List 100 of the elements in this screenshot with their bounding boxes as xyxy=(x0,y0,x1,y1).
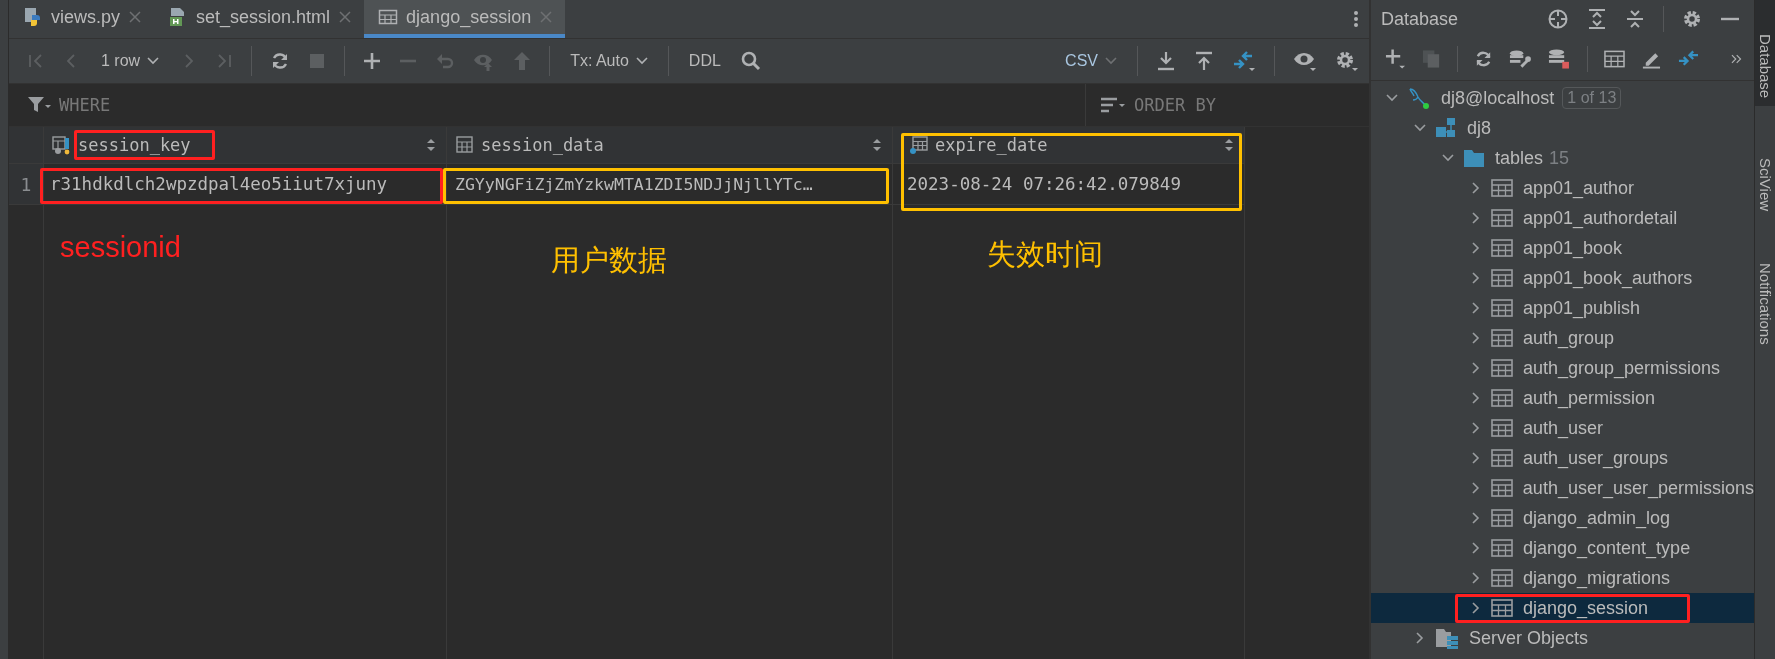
table-icon xyxy=(1491,238,1513,258)
table-icon xyxy=(1491,568,1513,588)
compare-arrows-icon[interactable] xyxy=(1232,50,1256,72)
tree-label: django_migrations xyxy=(1523,567,1671,589)
editor-tab[interactable]: django_session xyxy=(364,0,566,38)
ddl-button[interactable]: DDL xyxy=(686,52,723,70)
table-icon xyxy=(1491,448,1513,468)
tool-window-tab[interactable]: SciView xyxy=(1755,124,1775,220)
editor-tab[interactable]: set_session.html xyxy=(154,0,365,38)
annotation-text: 失效时间 xyxy=(986,237,1104,272)
column-icon xyxy=(455,135,475,155)
tree-label: django_content_type xyxy=(1523,537,1691,559)
sort-arrows-icon[interactable] xyxy=(426,138,436,152)
search-icon[interactable] xyxy=(740,51,761,71)
tree-label: app01_book_authors xyxy=(1523,267,1693,289)
view-icon[interactable] xyxy=(1293,50,1317,72)
table-icon xyxy=(1491,508,1513,528)
tree-item[interactable]: auth_permission xyxy=(1371,383,1754,413)
add-row-icon[interactable] xyxy=(363,52,382,70)
tree-item[interactable]: django_session xyxy=(1371,593,1754,623)
column-header[interactable]: session_data xyxy=(447,127,892,164)
tool-window-tab[interactable]: Database xyxy=(1755,0,1775,107)
more-icon[interactable] xyxy=(1353,9,1359,29)
tree-label: tables xyxy=(1495,147,1544,169)
locate-icon[interactable] xyxy=(1547,8,1569,30)
table-icon xyxy=(1491,538,1513,558)
table-cell: r31hdkdlch2wpzdpal4eo5iiut7xjuny xyxy=(50,174,388,194)
column-header[interactable]: session_key xyxy=(44,127,446,164)
collapse-all-icon[interactable] xyxy=(1625,8,1645,30)
tree-item[interactable]: Server Objects xyxy=(1371,623,1754,653)
tree-label: app01_authordetail xyxy=(1523,207,1678,229)
tree-label: auth_group xyxy=(1523,327,1615,349)
tree-item[interactable]: auth_group_permissions xyxy=(1371,353,1754,383)
primary-key-column-icon xyxy=(52,135,72,155)
expand-all-icon[interactable] xyxy=(1587,8,1607,30)
tree-item[interactable]: auth_user xyxy=(1371,413,1754,443)
tree-item[interactable]: app01_author xyxy=(1371,173,1754,203)
panel-title: Database xyxy=(1381,8,1459,30)
tree-item[interactable]: app01_authordetail xyxy=(1371,203,1754,233)
table-icon xyxy=(1491,388,1513,408)
table-icon xyxy=(1491,358,1513,378)
more-tools-icon[interactable] xyxy=(1730,54,1742,64)
tree-label: auth_user_user_permissions xyxy=(1522,477,1754,499)
column-title: session_data xyxy=(481,135,604,155)
database-stop-icon[interactable] xyxy=(1547,48,1571,70)
tree-label: dj8 xyxy=(1467,117,1492,139)
table-icon xyxy=(1490,478,1513,498)
annotation-text: sessionid xyxy=(59,231,182,264)
caret-icon xyxy=(635,57,648,65)
tree-label: django_session xyxy=(1523,597,1649,619)
sort-arrows-icon[interactable] xyxy=(872,138,882,152)
tree-item[interactable]: app01_publish xyxy=(1371,293,1754,323)
filter-icon[interactable] xyxy=(27,96,51,114)
table-icon xyxy=(378,7,399,27)
where-field[interactable]: WHERE xyxy=(59,95,111,115)
settings-icon[interactable] xyxy=(1682,9,1702,29)
download-icon[interactable] xyxy=(1156,51,1176,71)
close-icon[interactable] xyxy=(338,10,353,24)
export-format-dropdown[interactable]: CSV xyxy=(1063,52,1119,70)
table-icon[interactable] xyxy=(1603,49,1625,69)
column-title: session_key xyxy=(78,135,191,155)
upload-icon[interactable] xyxy=(1194,51,1214,71)
python-file-icon xyxy=(23,7,43,27)
caret-icon xyxy=(147,57,160,65)
close-icon[interactable] xyxy=(128,10,143,24)
tree-item[interactable]: auth_user_groups xyxy=(1371,443,1754,473)
settings-icon[interactable] xyxy=(1335,50,1359,72)
annotation-text: 用户数据 xyxy=(550,243,668,278)
editor-tab[interactable]: views.py xyxy=(9,0,155,38)
tree-label: django_admin_log xyxy=(1523,507,1671,529)
tool-window-tab[interactable]: Notifications xyxy=(1755,229,1775,353)
order-by-field[interactable]: ORDER BY xyxy=(1134,95,1216,115)
table-icon xyxy=(1491,298,1513,318)
add-icon[interactable] xyxy=(1385,48,1406,70)
tree-label: app01_book xyxy=(1523,237,1623,259)
transaction-mode-dropdown[interactable]: Tx: Auto xyxy=(568,52,650,70)
table-icon xyxy=(1491,178,1513,198)
tree-item[interactable]: auth_group xyxy=(1371,323,1754,353)
tree-item[interactable]: django_admin_log xyxy=(1371,503,1754,533)
tree-item[interactable]: tables 15 xyxy=(1371,143,1754,173)
column-title: expire_date xyxy=(935,135,1048,155)
database-wrench-icon[interactable] xyxy=(1509,49,1532,69)
tree-item[interactable]: dj8@localhost 1 of 13 xyxy=(1371,83,1754,113)
tree-item[interactable]: django_content_type xyxy=(1371,533,1754,563)
tree-label: auth_permission xyxy=(1523,387,1656,409)
tree-item[interactable]: dj8 xyxy=(1371,113,1754,143)
sort-arrows-icon[interactable] xyxy=(1224,138,1234,152)
tree-item[interactable]: app01_book xyxy=(1371,233,1754,263)
indexed-column-icon xyxy=(909,135,929,155)
tree-item[interactable]: app01_book_authors xyxy=(1371,263,1754,293)
sort-icon[interactable] xyxy=(1100,96,1126,114)
server-folder-icon xyxy=(1435,627,1459,649)
tree-label: app01_publish xyxy=(1523,297,1641,319)
table-icon xyxy=(1491,328,1513,348)
table-cell: ZGYyNGFiZjZmYzkwMTA1ZDI5NDJjNjllYTc… xyxy=(455,174,813,194)
row-count-dropdown[interactable]: 1 row xyxy=(99,52,162,70)
tree-item[interactable]: django_migrations xyxy=(1371,563,1754,593)
dolphin-icon xyxy=(1407,86,1431,110)
tree-label: Server Objects xyxy=(1469,627,1589,649)
tree-item[interactable]: auth_user_user_permissions xyxy=(1371,473,1754,503)
